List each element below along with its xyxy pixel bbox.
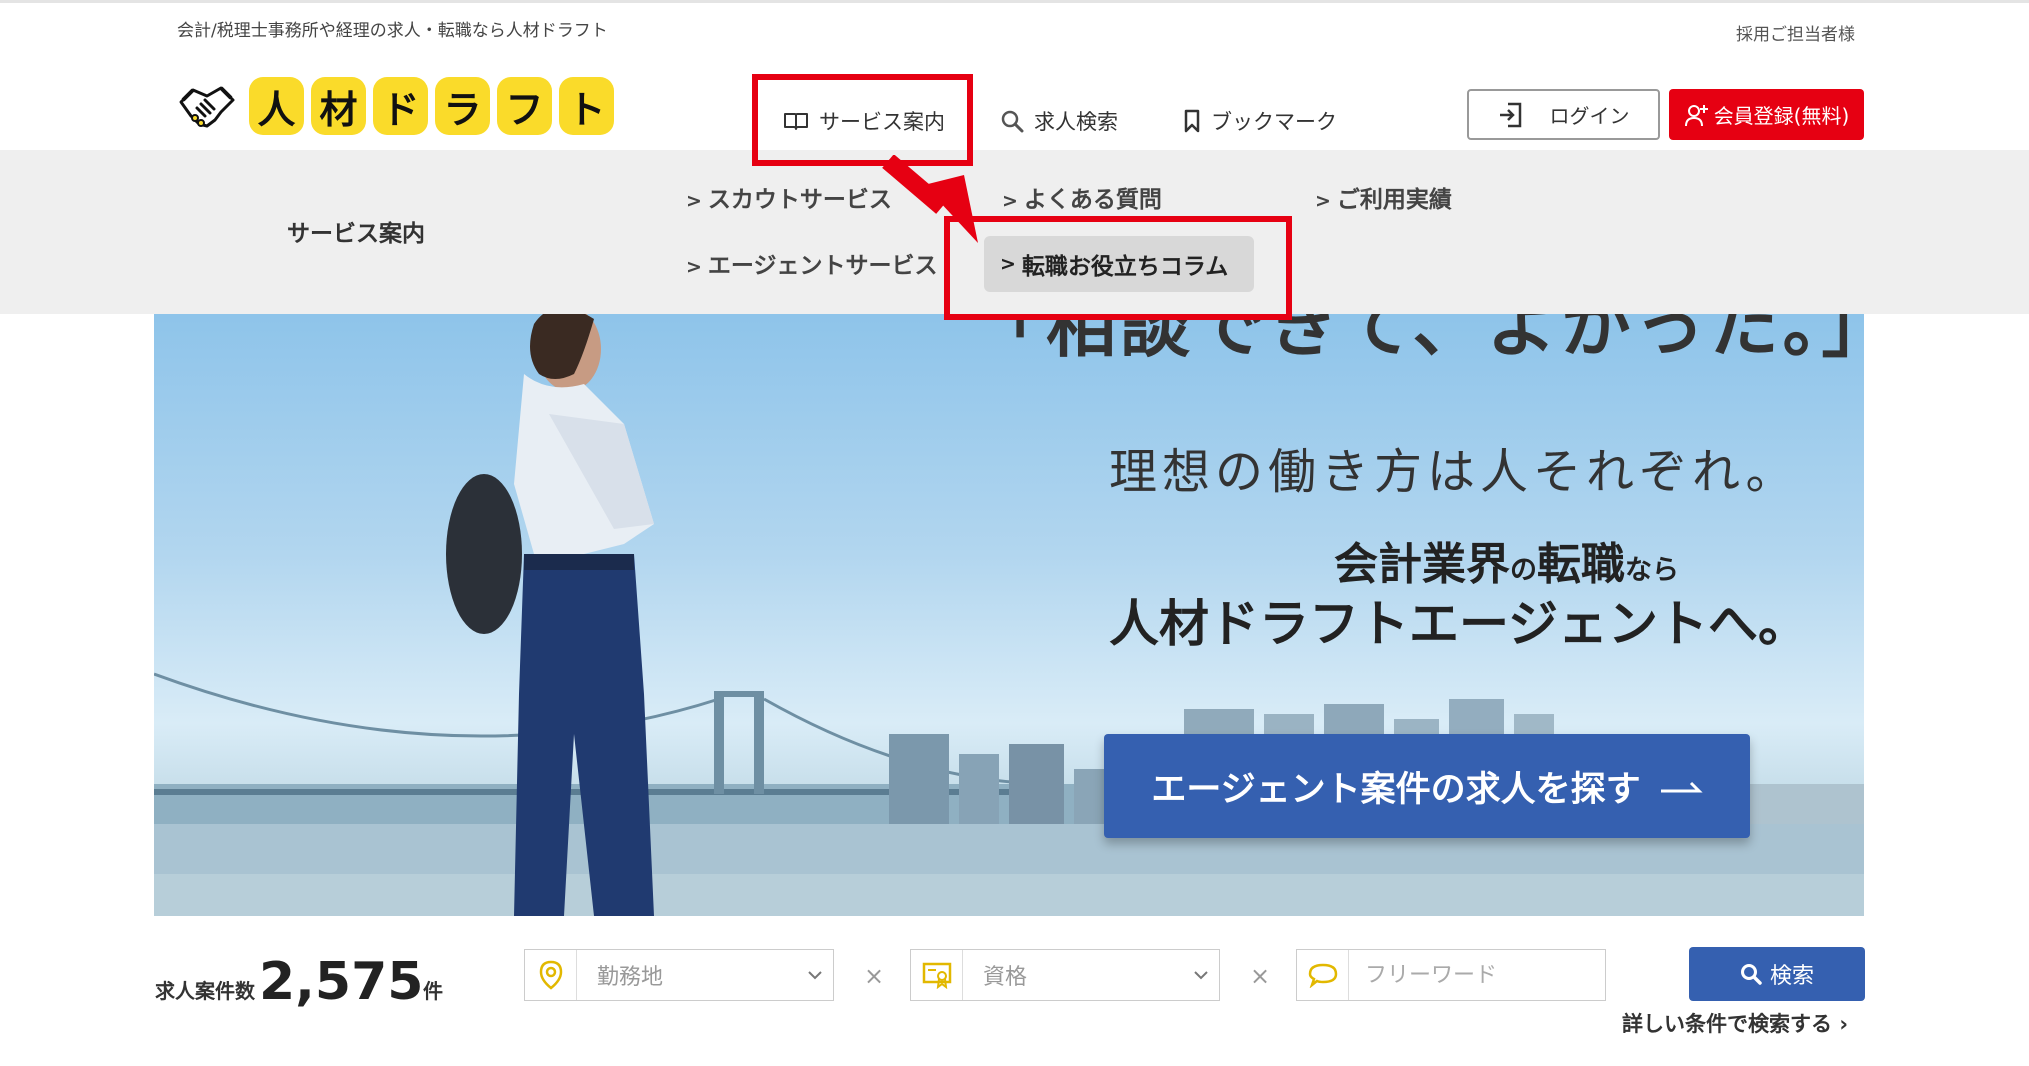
chevron-right-icon: › bbox=[1839, 1012, 1848, 1036]
hero-banner: 「相談できて、よかった。」 理想の働き方は人それぞれ。 会計業界の転職なら 人材… bbox=[154, 314, 1864, 916]
qualification-select-value: 資格 bbox=[983, 965, 1028, 990]
hero-headline-part: 会計業界 bbox=[1334, 539, 1510, 590]
handshake-icon bbox=[179, 86, 235, 128]
login-label: ログイン bbox=[1549, 104, 1630, 128]
search-button[interactable]: 検索 bbox=[1689, 947, 1865, 1001]
job-count-value: 2,575 bbox=[259, 952, 424, 1012]
qualification-select[interactable]: 資格 bbox=[910, 949, 1220, 1001]
site-tagline: 会計/税理士事務所や経理の求人・転職なら人材ドラフト bbox=[177, 21, 608, 41]
red-arrow-icon bbox=[882, 155, 978, 243]
cta-label: エージェント案件の求人を探す bbox=[1151, 769, 1641, 810]
certificate-icon bbox=[911, 950, 963, 1000]
search-button-label: 検索 bbox=[1769, 964, 1814, 989]
hero-headline-2: 人材ドラフトエージェントへ。 bbox=[1109, 595, 1808, 653]
times-separator: × bbox=[1250, 962, 1271, 990]
job-count-unit: 件 bbox=[423, 979, 443, 1003]
menu-item-label: よくある質問 bbox=[1023, 187, 1162, 213]
nav-bookmark[interactable]: ブックマーク bbox=[1183, 103, 1337, 139]
advanced-search-label: 詳しい条件で検索する bbox=[1622, 1012, 1832, 1036]
freeword-input[interactable] bbox=[1349, 962, 1589, 988]
logo-char: 材 bbox=[311, 77, 366, 135]
nav-search-label: 求人検索 bbox=[1034, 110, 1118, 134]
chevron-down-icon bbox=[1193, 970, 1209, 980]
menu-item-agent[interactable]: > エージェントサービス bbox=[686, 246, 937, 280]
menu-item-label: ご利用実績 bbox=[1336, 187, 1452, 213]
area-select[interactable]: 勤務地 bbox=[524, 949, 834, 1001]
agent-jobs-cta-button[interactable]: エージェント案件の求人を探す bbox=[1104, 734, 1750, 838]
menu-item-label: スカウトサービス bbox=[707, 187, 892, 213]
chevron-right-icon: > bbox=[686, 190, 702, 212]
logo-char: 人 bbox=[249, 77, 304, 135]
login-button[interactable]: ログイン bbox=[1467, 89, 1660, 140]
menu-item-faq[interactable]: > よくある質問 bbox=[1002, 180, 1162, 214]
dropdown-title: サービス案内 bbox=[287, 221, 425, 247]
top-border bbox=[0, 0, 2029, 3]
register-button[interactable]: 会員登録(無料) bbox=[1669, 89, 1864, 140]
logo-char: ラ bbox=[435, 77, 490, 135]
login-door-icon bbox=[1498, 101, 1524, 129]
menu-item-label: エージェントサービス bbox=[707, 253, 938, 279]
search-icon bbox=[1000, 109, 1024, 133]
times-separator: × bbox=[864, 962, 885, 990]
job-count-label: 求人案件数 bbox=[155, 979, 255, 1003]
area-select-value: 勤務地 bbox=[597, 965, 664, 990]
logo-char: ト bbox=[559, 77, 614, 135]
hero-headline-part: の bbox=[1510, 555, 1537, 586]
search-icon bbox=[1740, 963, 1762, 985]
logo-char: ド bbox=[373, 77, 428, 135]
hero-top-text: 「相談できて、よかった。」 bbox=[972, 314, 1864, 367]
menu-item-scout[interactable]: > スカウトサービス bbox=[686, 180, 892, 214]
register-label: 会員登録(無料) bbox=[1713, 104, 1850, 128]
chevron-right-icon: > bbox=[1002, 190, 1018, 212]
advanced-search-link[interactable]: 詳しい条件で検索する › bbox=[1622, 1008, 1848, 1038]
highlight-box-service bbox=[752, 74, 973, 166]
hero-headline-part: なら bbox=[1625, 555, 1679, 586]
freeword-field[interactable] bbox=[1296, 949, 1606, 1001]
map-pin-icon bbox=[525, 950, 577, 1000]
nav-bookmark-label: ブックマーク bbox=[1211, 110, 1337, 134]
chevron-right-icon: > bbox=[1315, 190, 1331, 212]
chevron-down-icon bbox=[807, 970, 823, 980]
hero-headline-1: 会計業界の転職なら bbox=[1334, 528, 1679, 592]
nav-job-search[interactable]: 求人検索 bbox=[1000, 103, 1118, 139]
chevron-right-icon: > bbox=[686, 256, 702, 278]
logo-wordmark: 人 材 ド ラ フ ト bbox=[249, 77, 614, 135]
job-search-bar: 求人案件数 2,575 件 勤務地 × 資格 × 検索 詳しい条件で検 bbox=[0, 916, 2029, 1066]
speech-bubble-icon bbox=[1297, 950, 1349, 1000]
recruiter-link[interactable]: 採用ご担当者様 bbox=[1736, 20, 1855, 45]
logo-char: フ bbox=[497, 77, 552, 135]
hero-subtitle: 理想の働き方は人それぞれ。 bbox=[1109, 444, 1799, 500]
bookmark-icon bbox=[1183, 109, 1201, 133]
menu-item-results[interactable]: > ご利用実績 bbox=[1315, 180, 1452, 214]
hero-headline-part: 転職 bbox=[1537, 539, 1625, 590]
user-plus-icon bbox=[1684, 102, 1710, 128]
arrow-right-icon bbox=[1659, 777, 1703, 795]
site-logo[interactable]: 人 材 ド ラ フ ト bbox=[177, 74, 614, 138]
